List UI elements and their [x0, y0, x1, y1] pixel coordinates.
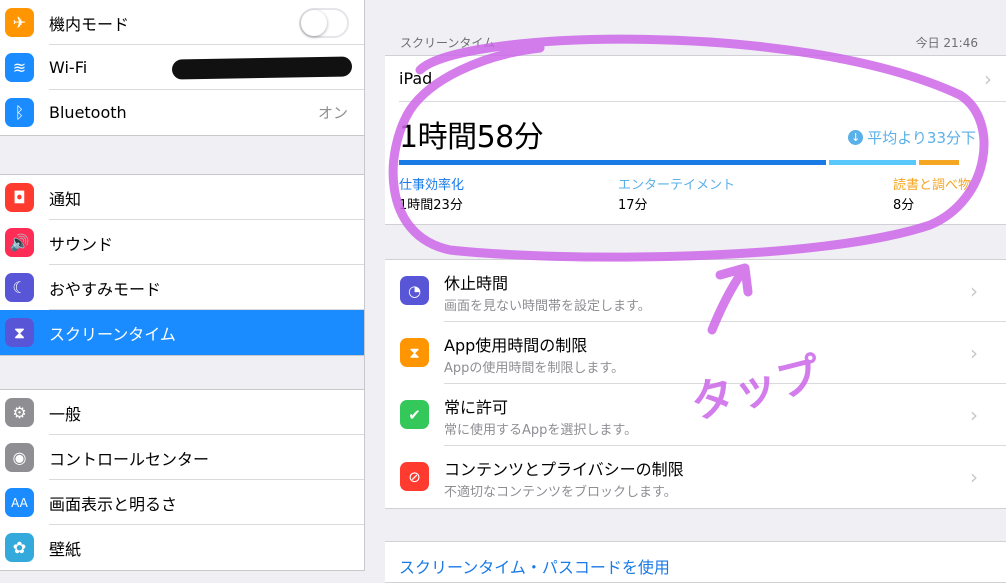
option-subtitle: 不適切なコンテンツをブロックします。 [444, 485, 677, 500]
gear-icon: ⚙ [5, 398, 34, 427]
arrow-down-icon: ↓ [848, 130, 864, 145]
sidebar-group-general: ⚙ 一般 ◉ コントロールセンター AA 画面表示と明るさ ✿ 壁紙 [0, 389, 364, 571]
usage-bar-segment [829, 160, 916, 165]
sidebar-item-hourglass[interactable]: ⧗ スクリーンタイム [0, 310, 364, 355]
sidebar-group-notifications: ◘ 通知 🔊 サウンド ☾ おやすみモード ⧗ スクリーンタイム [0, 174, 364, 356]
sidebar-group-connectivity: ✈ 機内モード ≋ Wi-Fi ᛒ Bluetooth オン [0, 0, 364, 136]
notification-icon: ◘ [5, 183, 34, 212]
option-row-downtime[interactable]: ◔ 休止時間画面を見ない時間帯を設定します。 › [385, 260, 1006, 322]
usage-summary-card[interactable]: iPad › 1時間58分 ↓ 平均より33分下 仕事効率化 エンターテイメント… [385, 55, 1006, 225]
sidebar-item-label: 機内モード [49, 14, 130, 34]
device-row[interactable]: iPad › [399, 56, 1006, 102]
category-time-productivity: 1時間23分 [399, 198, 463, 213]
timestamp: 今日 21:46 [915, 36, 978, 50]
sidebar-item-display[interactable]: AA 画面表示と明るさ [0, 480, 364, 525]
screen-time-options: ◔ 休止時間画面を見ない時間帯を設定します。 › ⧗ App使用時間の制限 Appの使用時… [385, 259, 1006, 509]
chevron-right-icon: › [970, 403, 978, 427]
block-icon: ⊘ [400, 462, 429, 491]
option-row-block[interactable]: ⊘ コンテンツとプライバシーの制限不適切なコンテンツをブロックします。 › [385, 446, 1006, 508]
sidebar-item-control-center[interactable]: ◉ コントロールセンター [0, 435, 364, 480]
option-subtitle: 画面を見ない時間帯を設定します。 [444, 299, 651, 314]
category-label-entertainment: エンターテイメント [618, 178, 736, 193]
option-row-check-badge[interactable]: ✔ 常に許可常に使用するAppを選択します。 › [385, 384, 1006, 446]
sound-icon: 🔊 [5, 228, 34, 257]
sidebar-item-label: サウンド [49, 234, 114, 254]
sidebar-item-bluetooth[interactable]: ᛒ Bluetooth オン [0, 90, 364, 135]
section-header: スクリーンタイム [400, 36, 496, 50]
category-time-entertainment: 17分 [618, 198, 648, 213]
wallpaper-icon: ✿ [5, 533, 34, 562]
sidebar-item-wallpaper[interactable]: ✿ 壁紙 [0, 525, 364, 570]
sidebar-item-gear[interactable]: ⚙ 一般 [0, 390, 364, 435]
sidebar-item-notification[interactable]: ◘ 通知 [0, 175, 364, 220]
sidebar-item-label: Bluetooth [49, 103, 127, 122]
sidebar-item-label: コントロールセンター [49, 449, 210, 469]
option-title: コンテンツとプライバシーの制限 [444, 460, 684, 479]
option-row-hourglass[interactable]: ⧗ App使用時間の制限 Appの使用時間を制限します。 › [385, 322, 1006, 384]
redacted-network-name [171, 56, 353, 80]
wifi-icon: ≋ [5, 53, 34, 82]
toggle-knob [301, 9, 327, 36]
option-title: 常に許可 [444, 398, 509, 417]
check-badge-icon: ✔ [400, 400, 429, 429]
chevron-right-icon: › [984, 66, 992, 91]
sidebar-item-label: Wi-Fi [49, 58, 88, 77]
sidebar-item-value: オン [317, 104, 348, 122]
sidebar-item-label: 通知 [49, 189, 82, 209]
screen-time-panel: スクリーンタイム 今日 21:46 iPad › 1時間58分 ↓ 平均より33… [365, 0, 1006, 583]
sidebar-item-label: 一般 [49, 404, 82, 424]
sidebar-item-label: 画面表示と明るさ [49, 494, 178, 514]
chevron-right-icon: › [970, 341, 978, 365]
sidebar-item-sound[interactable]: 🔊 サウンド [0, 220, 364, 265]
passcode-card[interactable]: スクリーンタイム・パスコードを使用 [385, 541, 1006, 583]
total-usage-time: 1時間58分 [399, 120, 544, 155]
sidebar-item-airplane[interactable]: ✈ 機内モード [0, 0, 364, 45]
chevron-right-icon: › [970, 465, 978, 489]
option-subtitle: Appの使用時間を制限します。 [444, 361, 625, 376]
category-label-reading: 読書と調べ物 [893, 178, 972, 193]
average-comparison: ↓ 平均より33分下 [848, 127, 976, 148]
downtime-icon: ◔ [400, 276, 429, 305]
usage-bar-segment [399, 160, 826, 165]
option-title: App使用時間の制限 [444, 336, 588, 355]
usage-bar-segment [919, 160, 959, 165]
airplane-icon: ✈ [5, 8, 34, 37]
sidebar-item-label: 壁紙 [49, 539, 82, 559]
use-passcode-link[interactable]: スクリーンタイム・パスコードを使用 [399, 554, 670, 578]
display-icon: AA [5, 488, 34, 517]
category-label-productivity: 仕事効率化 [399, 178, 465, 193]
option-subtitle: 常に使用するAppを選択します。 [444, 423, 638, 438]
category-time-reading: 8分 [893, 198, 915, 213]
hourglass-icon: ⧗ [400, 338, 429, 367]
sidebar-item-moon[interactable]: ☾ おやすみモード [0, 265, 364, 310]
moon-icon: ☾ [5, 273, 34, 302]
chevron-right-icon: › [970, 279, 978, 303]
option-title: 休止時間 [444, 274, 509, 293]
airplane-mode-toggle[interactable] [299, 7, 349, 38]
control-center-icon: ◉ [5, 443, 34, 472]
bluetooth-icon: ᛒ [5, 98, 34, 127]
settings-sidebar: ✈ 機内モード ≋ Wi-Fi ᛒ Bluetooth オン ◘ 通知 🔊 サウンド ☾ おやすみモー… [0, 0, 365, 571]
average-text: 平均より33分下 [867, 129, 976, 147]
sidebar-item-label: おやすみモード [49, 279, 162, 299]
usage-bar [399, 160, 976, 165]
sidebar-item-wifi[interactable]: ≋ Wi-Fi [0, 45, 364, 90]
sidebar-item-label: スクリーンタイム [49, 324, 176, 344]
device-name: iPad [399, 69, 433, 88]
hourglass-icon: ⧗ [5, 318, 34, 347]
